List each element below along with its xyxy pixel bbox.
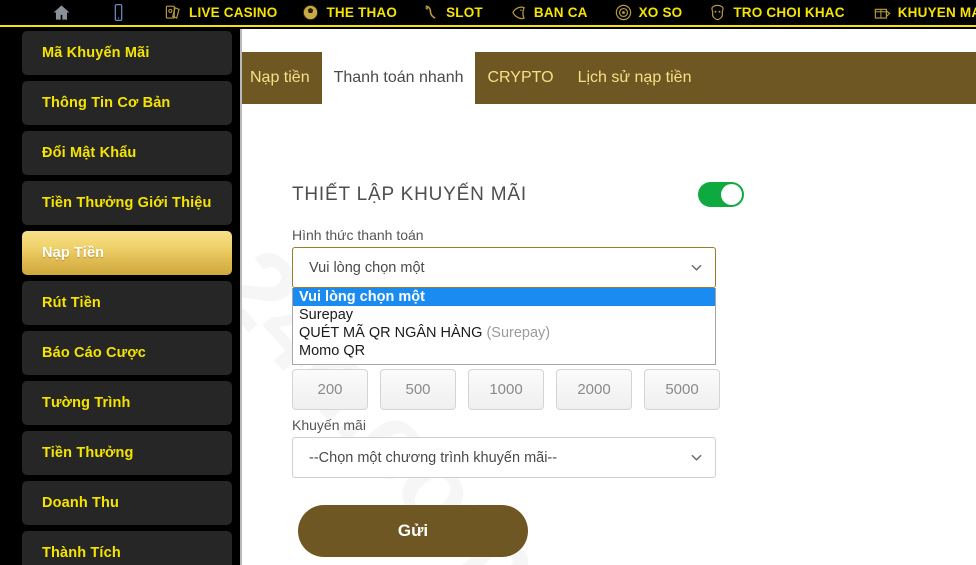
toggle-knob <box>721 184 742 205</box>
sidebar-item-label: Doanh Thu <box>42 495 120 511</box>
slot-icon <box>421 3 440 22</box>
nav-item-slot[interactable]: SLOT <box>397 0 483 26</box>
deposit-tab-strip: Nạp tiền Thanh toán nhanh CRYPTO Lịch sử… <box>240 52 976 104</box>
sidebar-item-label: Đổi Mật Khẩu <box>42 145 137 161</box>
amount-label: 200 <box>317 381 343 398</box>
sidebar: Mã Khuyến Mãi Thông Tin Cơ Bản Đổi Mật K… <box>0 29 240 565</box>
sidebar-item-label: Nạp Tiền <box>42 245 105 261</box>
panel-left-edge <box>240 29 242 565</box>
tab-label: Thanh toán nhanh <box>333 69 464 86</box>
sidebar-item-label: Báo Cáo Cược <box>42 345 146 361</box>
nav-item-ban-ca[interactable]: BAN CA <box>483 0 588 26</box>
tab-nap-tien[interactable]: Nạp tiền <box>240 52 322 104</box>
mobile-icon <box>109 3 128 22</box>
amount-button-1000[interactable]: 1000 <box>468 369 544 410</box>
nav-item-xo-so[interactable]: XO SO <box>588 0 683 26</box>
home-icon <box>52 3 71 22</box>
dropdown-option-quet-ma-qr-ngan-hang[interactable]: QUÉT MÃ QR NGÂN HÀNG (Surepay) <box>293 324 715 342</box>
tab-crypto[interactable]: CRYPTO <box>475 52 565 104</box>
soccer-ball-icon <box>301 3 320 22</box>
sidebar-item-ma-khuyen-mai[interactable]: Mã Khuyến Mãi <box>22 31 232 75</box>
bonus-program-select[interactable]: --Chọn một chương trình khuyến mãi-- <box>292 437 716 478</box>
joker-icon <box>708 3 727 22</box>
nav-label-tro-choi-khac: TRO CHOI KHAC <box>733 4 845 20</box>
sidebar-item-label: Tiền Thưởng <box>42 445 134 461</box>
nav-label-slot: SLOT <box>446 4 483 20</box>
nav-item-khuyen-mai[interactable]: KHUYEN MAI <box>845 0 976 26</box>
sidebar-item-label: Tường Trình <box>42 395 131 411</box>
nav-label-xo-so: XO SO <box>638 4 683 20</box>
dropdown-option-surepay[interactable]: Surepay <box>293 306 715 324</box>
quick-payment-form: THIẾT LẬP KHUYẾN MÃI Hình thức thanh toá… <box>240 104 976 565</box>
nav-label-live-casino: LIVE CASINO <box>189 4 278 20</box>
amount-label: 500 <box>405 381 431 398</box>
payment-method-selected-value: Vui lòng chọn một <box>309 259 425 276</box>
tab-label: Nạp tiền <box>250 69 310 86</box>
dropdown-option-vui-long-chon-mot[interactable]: Vui lòng chọn một <box>293 288 715 306</box>
tab-label: CRYPTO <box>487 69 554 86</box>
gift-icon <box>873 3 892 22</box>
sidebar-item-bao-cao-cuoc[interactable]: Báo Cáo Cược <box>22 331 232 375</box>
nav-item-mobile[interactable] <box>77 0 134 26</box>
dropdown-option-label: Vui lòng chọn một <box>299 289 425 305</box>
payment-method-select[interactable]: Vui lòng chọn một <box>292 247 716 288</box>
sidebar-item-tien-thuong[interactable]: Tiền Thưởng <box>22 431 232 475</box>
tab-label: Lịch sử nạp tiền <box>577 69 692 86</box>
page-title: THIẾT LẬP KHUYẾN MÃI <box>292 183 527 205</box>
sidebar-item-tien-thuong-gioi-thieu[interactable]: Tiền Thưởng Giới Thiệu <box>22 181 232 225</box>
sidebar-item-label: Rút Tiền <box>42 295 101 311</box>
promotion-setup-header: THIẾT LẬP KHUYẾN MÃI <box>292 182 744 207</box>
lottery-target-icon <box>614 3 633 22</box>
dropdown-option-label: Surepay <box>299 307 354 323</box>
amount-button-500[interactable]: 500 <box>380 369 456 410</box>
sidebar-item-doanh-thu[interactable]: Doanh Thu <box>22 481 232 525</box>
bonus-label: Khuyến mãi <box>292 417 366 433</box>
nav-item-live-casino[interactable]: LIVE CASINO <box>134 0 277 26</box>
sidebar-item-rut-tien[interactable]: Rút Tiền <box>22 281 232 325</box>
sidebar-item-thong-tin-co-ban[interactable]: Thông Tin Cơ Bản <box>22 81 232 125</box>
nav-item-home[interactable] <box>0 0 77 26</box>
sidebar-item-label: Thành Tích <box>42 545 121 561</box>
promotion-toggle-switch[interactable] <box>698 182 744 207</box>
quick-amount-buttons: 200 500 1000 2000 5000 <box>292 369 720 410</box>
nav-item-the-thao[interactable]: THE THAO <box>277 0 397 26</box>
main-content-panel: bo24h.com Nạp tiền Thanh toán nhanh CRYP… <box>240 29 976 565</box>
amount-button-5000[interactable]: 5000 <box>644 369 720 410</box>
amount-button-200[interactable]: 200 <box>292 369 368 410</box>
dropdown-option-momo-qr[interactable]: Momo QR <box>293 342 715 360</box>
amount-label: 5000 <box>665 381 699 398</box>
nav-label-ban-ca: BAN CA <box>533 4 588 20</box>
sidebar-item-tuong-trinh[interactable]: Tường Trình <box>22 381 232 425</box>
tab-lich-su-nap-tien[interactable]: Lịch sử nạp tiền <box>566 52 704 104</box>
nav-label-the-thao: THE THAO <box>326 4 398 20</box>
chevron-down-icon <box>690 261 703 274</box>
dropdown-option-label: Momo QR <box>299 343 366 359</box>
submit-button[interactable]: Gửi <box>298 505 528 557</box>
sidebar-item-thanh-tich[interactable]: Thành Tích <box>22 531 232 565</box>
payment-method-dropdown-options[interactable]: Vui lòng chọn một Surepay QUÉT MÃ QR NGÂ… <box>292 288 716 365</box>
sidebar-item-label: Thông Tin Cơ Bản <box>42 95 171 111</box>
amount-label: 1000 <box>489 381 523 398</box>
amount-label: 2000 <box>577 381 611 398</box>
sidebar-item-label: Tiền Thưởng Giới Thiệu <box>42 195 212 211</box>
dropdown-option-suffix: (Surepay) <box>486 325 551 341</box>
tab-thanh-toan-nhanh[interactable]: Thanh toán nhanh <box>321 52 476 104</box>
bonus-selected-value: --Chọn một chương trình khuyến mãi-- <box>309 449 558 466</box>
dropdown-option-label: QUÉT MÃ QR NGÂN HÀNG <box>299 325 487 341</box>
fish-icon <box>509 3 528 22</box>
sidebar-item-label: Mã Khuyến Mãi <box>42 45 150 61</box>
chevron-down-icon <box>690 451 703 464</box>
amount-button-2000[interactable]: 2000 <box>556 369 632 410</box>
top-navigation-bar: LIVE CASINO THE THAO SLOT BAN CA XO SO T… <box>0 0 976 27</box>
sidebar-item-nap-tien[interactable]: Nạp Tiền <box>22 231 232 275</box>
cards-icon <box>164 3 183 22</box>
nav-item-tro-choi-khac[interactable]: TRO CHOI KHAC <box>682 0 845 26</box>
sidebar-item-doi-mat-khau[interactable]: Đổi Mật Khẩu <box>22 131 232 175</box>
nav-label-khuyen-mai: KHUYEN MAI <box>897 4 976 20</box>
payment-method-label: Hình thức thanh toán <box>292 227 424 243</box>
